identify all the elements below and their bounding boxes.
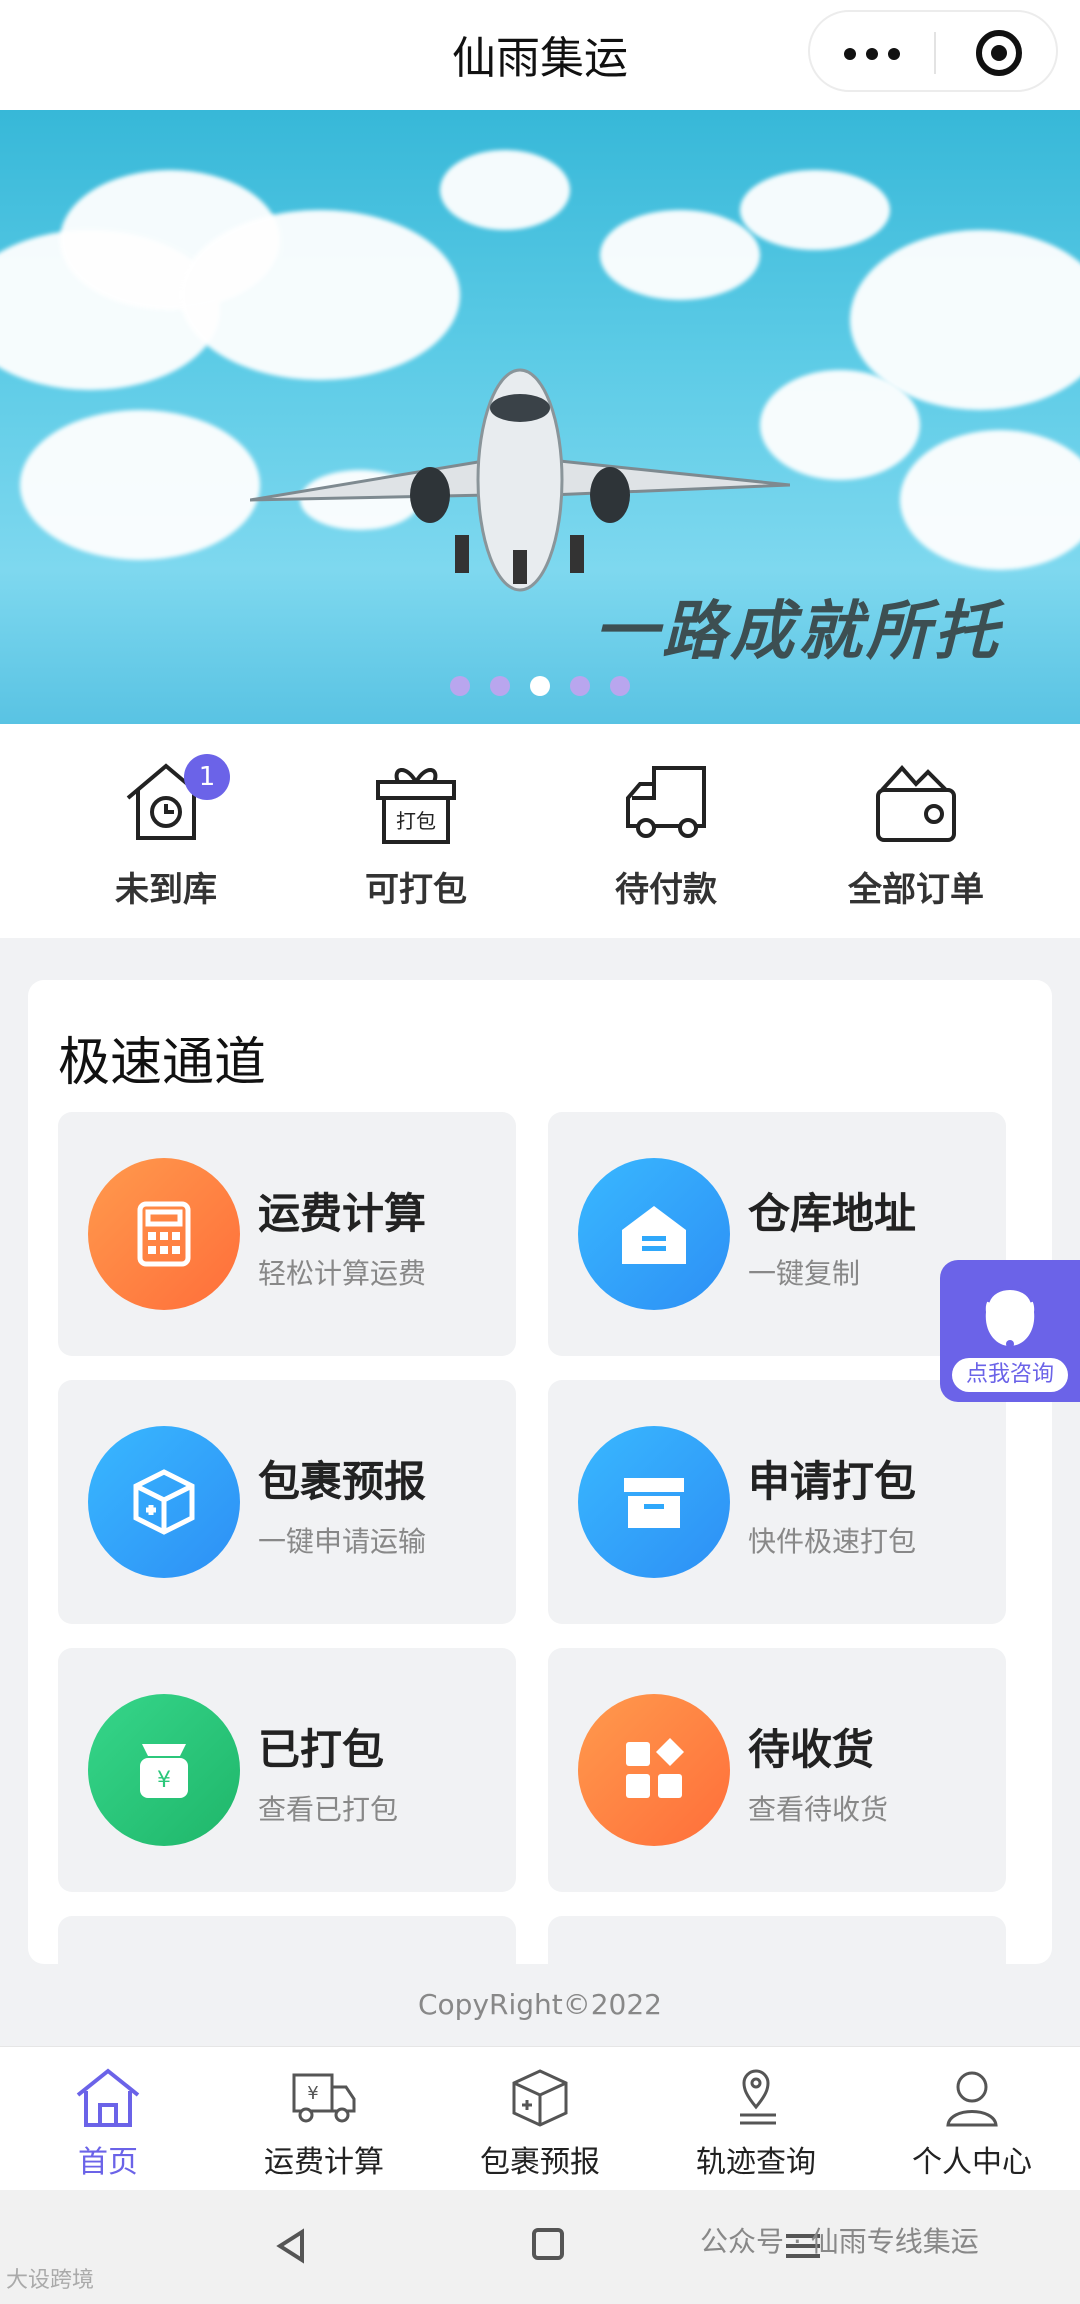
fast-channel-title: 极速通道 — [58, 1033, 267, 1093]
consult-label: 点我咨询 — [952, 1358, 1068, 1392]
order-status-shortcuts: 1 未到库 打包 可打包 待付款 全部订单 — [0, 724, 1080, 938]
tile-parcel-forecast[interactable]: 包裹预报 一键申请运输 — [58, 1380, 516, 1624]
tile-icon-circle — [578, 1426, 730, 1578]
close-program-icon[interactable] — [976, 30, 1022, 76]
tab-label: 首页 — [78, 2145, 138, 2180]
shortcut-label: 待付款 — [615, 870, 717, 910]
tile-partial[interactable] — [548, 1916, 1006, 1964]
tile-subtitle: 查看待收货 — [748, 1793, 889, 1826]
svg-text:¥: ¥ — [157, 1768, 171, 1793]
tile-subtitle: 一键申请运输 — [258, 1525, 427, 1558]
tile-title: 申请打包 — [748, 1457, 917, 1506]
gift-package-icon: 打包 — [376, 768, 456, 844]
carousel-dot[interactable] — [450, 676, 470, 696]
grid-apps-icon — [626, 1738, 684, 1798]
carousel-indicators — [450, 676, 630, 696]
capsule-divider — [934, 32, 936, 74]
shortcut-label: 全部订单 — [848, 870, 984, 910]
tile-subtitle: 快件极速打包 — [748, 1525, 917, 1558]
banner-slogan: 一路成就所托 — [594, 594, 1002, 669]
tile-subtitle: 查看已打包 — [258, 1793, 399, 1826]
tab-label: 轨迹查询 — [696, 2145, 816, 2180]
tab-freight-calc[interactable]: ¥ 运费计算 — [216, 2067, 432, 2183]
home-square-icon[interactable] — [532, 2228, 564, 2260]
tile-pending-receipt[interactable]: 待收货 查看待收货 — [548, 1648, 1006, 1892]
yen-truck-icon: ¥ — [292, 2073, 356, 2123]
archive-box-icon — [624, 1478, 684, 1528]
back-icon[interactable] — [272, 2226, 312, 2266]
tab-parcel-forecast[interactable]: 包裹预报 — [432, 2067, 648, 2183]
tile-icon-circle: ¥ — [88, 1694, 240, 1846]
tab-tracking[interactable]: 轨迹查询 — [648, 2067, 864, 2183]
tile-icon-circle — [88, 1158, 240, 1310]
tile-subtitle: 一键复制 — [748, 1257, 861, 1290]
svg-text:¥: ¥ — [307, 2083, 318, 2104]
shortcut-pending-payment[interactable]: 待付款 — [566, 754, 766, 914]
shortcut-all-orders[interactable]: 全部订单 — [816, 754, 1016, 914]
location-pin-icon — [740, 2069, 776, 2125]
tile-subtitle: 轻松计算运费 — [258, 1257, 427, 1290]
tile-icon-circle — [88, 1426, 240, 1578]
tile-icon-circle — [578, 1158, 730, 1310]
tab-label: 包裹预报 — [480, 2145, 600, 2180]
calculator-icon — [137, 1201, 191, 1267]
watermark-text: 公众号 · 仙雨专线集运 — [700, 2225, 979, 2258]
money-bag-icon: ¥ — [140, 1744, 188, 1798]
tile-packed[interactable]: ¥ 已打包 查看已打包 — [58, 1648, 516, 1892]
user-icon — [946, 2071, 998, 2127]
mini-program-capsule — [808, 10, 1058, 92]
tile-title: 包裹预报 — [258, 1457, 427, 1506]
package-icon — [512, 2069, 568, 2127]
home-icon — [76, 2068, 140, 2127]
tab-label: 个人中心 — [912, 2145, 1032, 2180]
shortcut-not-arrived[interactable]: 1 未到库 — [66, 754, 266, 914]
tab-label: 运费计算 — [264, 2145, 384, 2180]
shortcut-label: 未到库 — [115, 870, 217, 910]
consult-float-button[interactable]: 点我咨询 — [940, 1260, 1080, 1402]
wallet-icon — [876, 764, 956, 842]
system-nav-bar: 公众号 · 仙雨专线集运 大设跨境 — [0, 2190, 1080, 2304]
tab-home[interactable]: 首页 — [0, 2067, 216, 2183]
fast-channel-card: 极速通道 运费计算 轻松计算运费 仓库地址 一键复制 包裹预报 一键申请运输 申… — [28, 980, 1052, 1964]
tile-freight-calc[interactable]: 运费计算 轻松计算运费 — [58, 1112, 516, 1356]
watermark-left: 大设跨境 — [6, 2268, 95, 2293]
carousel-dot[interactable] — [610, 676, 630, 696]
banner-carousel[interactable]: 一路成就所托 — [0, 110, 1080, 724]
warehouse-icon — [622, 1206, 686, 1264]
bottom-tab-bar: 首页 ¥ 运费计算 包裹预报 轨迹查询 个人中心 — [0, 2046, 1080, 2190]
package-plus-icon — [133, 1469, 195, 1535]
tile-partial[interactable] — [58, 1916, 516, 1964]
tile-title: 待收货 — [748, 1725, 875, 1774]
carousel-dot[interactable] — [570, 676, 590, 696]
tile-icon-circle — [578, 1694, 730, 1846]
shortcut-can-pack[interactable]: 打包 可打包 — [316, 754, 516, 914]
more-options-icon[interactable] — [844, 48, 900, 60]
carousel-dot[interactable] — [490, 676, 510, 696]
tile-title: 已打包 — [258, 1725, 385, 1774]
tile-title: 运费计算 — [258, 1189, 427, 1238]
svg-text:打包: 打包 — [396, 809, 436, 833]
tile-apply-packing[interactable]: 申请打包 快件极速打包 — [548, 1380, 1006, 1624]
tile-title: 仓库地址 — [748, 1189, 917, 1238]
top-nav-bar: 仙雨集运 — [0, 0, 1080, 110]
tab-profile[interactable]: 个人中心 — [864, 2067, 1080, 2183]
copyright-text: CopyRight©2022 — [417, 1988, 662, 2021]
customer-service-icon — [985, 1287, 1035, 1348]
delivery-truck-icon — [626, 766, 706, 838]
tile-warehouse-address[interactable]: 仓库地址 一键复制 — [548, 1112, 1006, 1356]
shortcut-label: 可打包 — [365, 870, 467, 910]
carousel-dot-active[interactable] — [530, 676, 550, 696]
not-arrived-badge: 1 — [184, 754, 230, 800]
